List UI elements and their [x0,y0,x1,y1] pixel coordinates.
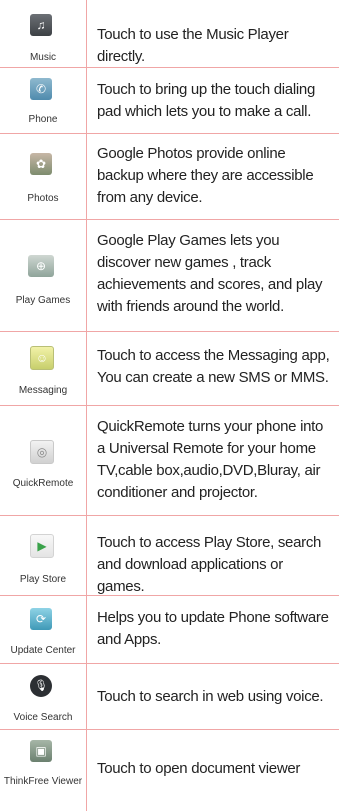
table-row: ☺ Messaging Touch to access the Messagin… [0,332,339,406]
table-row: ✿ Photos Google Photos provide online ba… [0,134,339,220]
quickremote-icon: ◎ [30,440,54,464]
table-row: ♫ Music Touch to use the Music Player di… [0,0,339,68]
phone-icon: ✆ [30,78,52,100]
messaging-icon: ☺ [30,346,54,370]
app-label: Messaging [18,385,68,396]
icon-cell: 🎙 Voice Search [0,664,86,729]
app-label: Voice Search [13,712,73,723]
app-label: QuickRemote [12,478,74,489]
description: Touch to access the Messaging app, You c… [97,347,330,386]
icon-cell: ✆ Phone [0,68,86,133]
description: Helps you to update Phone software and A… [97,609,329,648]
icon-cell: ⊕ Play Games [0,220,86,331]
description: Touch to access Play Store, search and d… [97,534,322,595]
column-divider [86,0,87,811]
icon-cell: ♫ Music [0,0,86,67]
app-label: Update Center [10,645,76,656]
play-store-icon: ▶ [30,534,54,558]
table-row: ▶ Play Store Touch to access Play Store,… [0,516,339,596]
app-label: Play Store [19,574,67,585]
table-row: ✆ Phone Touch to bring up the touch dial… [0,68,339,134]
description: Touch to bring up the touch dialing pad … [97,81,315,120]
app-label: ThinkFree Viewer [3,776,83,787]
icon-cell: ⟳ Update Center [0,596,86,663]
description: Google Play Games lets you discover new … [97,232,323,315]
play-games-icon: ⊕ [28,255,54,277]
description: QuickRemote turns your phone into a Univ… [97,418,324,501]
icon-cell: ▶ Play Store [0,516,86,595]
icon-cell: ✿ Photos [0,134,86,219]
table-row: ⟳ Update Center Helps you to update Phon… [0,596,339,664]
description: Touch to open document viewer [97,760,301,777]
table-row: ◎ QuickRemote QuickRemote turns your pho… [0,406,339,516]
table-row: ⊕ Play Games Google Play Games lets you … [0,220,339,332]
app-label: Play Games [15,295,71,306]
app-label: Photos [27,193,59,204]
icon-cell: ▣ ThinkFree Viewer [0,730,86,811]
photos-icon: ✿ [30,153,52,175]
table-row: ▣ ThinkFree Viewer Touch to open documen… [0,730,339,811]
description: Touch to use the Music Player directly. [97,26,289,65]
app-icon-table: ♫ Music Touch to use the Music Player di… [0,0,339,811]
app-label: Music [29,52,57,63]
update-center-icon: ⟳ [30,608,52,630]
icon-cell: ☺ Messaging [0,332,86,405]
voice-search-icon: 🎙 [30,675,52,697]
icon-cell: ◎ QuickRemote [0,406,86,515]
description: Google Photos provide online backup wher… [97,145,314,206]
table-row: 🎙 Voice Search Touch to search in web us… [0,664,339,730]
description: Touch to search in web using voice. [97,688,324,705]
thinkfree-viewer-icon: ▣ [30,740,52,762]
music-icon: ♫ [30,14,52,36]
app-label: Phone [28,114,58,125]
